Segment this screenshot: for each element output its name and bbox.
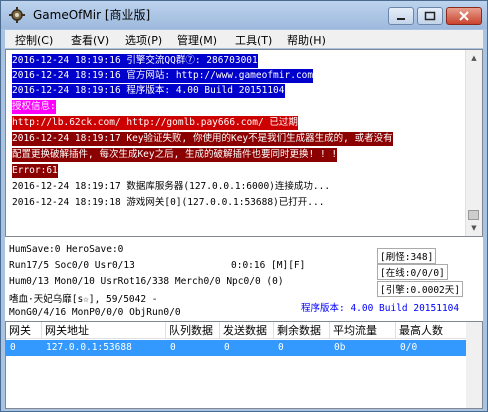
table-scrollbar[interactable] bbox=[466, 322, 482, 408]
status-mon: MonG0/4/16 MonP0/0/0 ObjRun0/0 bbox=[9, 307, 181, 318]
menu-options[interactable]: 选项(P) bbox=[125, 32, 162, 48]
log-line: 2016-12-24 18:19:16 程序版本: 4.00 Build 201… bbox=[12, 84, 285, 98]
status-panel: HumSave:0 HeroSave:0 Run17/5 Soc0/0 Usr0… bbox=[5, 237, 483, 321]
close-button[interactable] bbox=[446, 7, 482, 25]
col-max-players[interactable]: 最高人数 bbox=[396, 322, 467, 339]
cell-gateway: 0 bbox=[10, 342, 16, 353]
refresh-count: [刷怪:348] bbox=[377, 248, 437, 264]
col-avg-traffic[interactable]: 平均流量 bbox=[330, 322, 396, 339]
log-line: 配置更换破解插件, 每次生成Key之后, 生成的破解插件也要同时更换! ! ! bbox=[12, 148, 338, 162]
online-count: [在线:0/0/0] bbox=[377, 264, 448, 280]
minimize-button[interactable] bbox=[388, 7, 414, 25]
status-map: 嗜血·天妃乌靡[s☆], 59/5042 - bbox=[9, 294, 158, 305]
menu-bar: 控制(C) 查看(V) 选项(P) 管理(M) 工具(T) 帮助(H) bbox=[5, 30, 483, 48]
log-line: 2016-12-24 18:19:17 数据库服务器(127.0.0.1:600… bbox=[12, 181, 331, 192]
menu-tools[interactable]: 工具(T) bbox=[235, 32, 272, 48]
cell-address: 127.0.0.1:53688 bbox=[46, 342, 132, 353]
scroll-down-arrow-icon[interactable]: ▼ bbox=[466, 220, 482, 236]
scroll-up-arrow-icon[interactable]: ▲ bbox=[466, 50, 482, 66]
log-line: http://lb.62ck.com/ http://gomlb.pay666.… bbox=[12, 116, 298, 130]
status-time: 0:0:16 [M][F] bbox=[231, 260, 306, 271]
col-send-data[interactable]: 发送数据 bbox=[220, 322, 274, 339]
log-line: 2016-12-24 18:19:18 游戏网关[0](127.0.0.1:53… bbox=[12, 197, 325, 208]
gateway-table[interactable]: 网关 网关地址 队列数据 发送数据 剩余数据 平均流量 最高人数 0 127.0… bbox=[5, 321, 483, 409]
status-run: Run17/5 Soc0/0 Usr0/13 bbox=[9, 260, 135, 271]
cell-max: 0/0 bbox=[400, 342, 418, 353]
col-queue-data[interactable]: 队列数据 bbox=[166, 322, 220, 339]
log-panel[interactable]: 2016-12-24 18:19:16 引擎交流QQ群⑦: 286703001 … bbox=[5, 49, 483, 237]
log-line: 2016-12-24 18:19:16 引擎交流QQ群⑦: 286703001 bbox=[12, 54, 258, 68]
col-remaining-data[interactable]: 剩余数据 bbox=[274, 322, 330, 339]
log-line: 授权信息: bbox=[12, 100, 56, 114]
log-scrollbar[interactable]: ▲ ▼ bbox=[465, 50, 482, 236]
log-line: 2016-12-24 18:19:17 Key验证失败, 你使用的Key不是我们… bbox=[12, 132, 393, 146]
program-version: 程序版本: 4.00 Build 20151104 bbox=[301, 303, 460, 314]
scroll-thumb[interactable] bbox=[468, 210, 479, 220]
menu-view[interactable]: 查看(V) bbox=[71, 32, 109, 48]
cell-avg: 0b bbox=[334, 342, 346, 353]
log-line: 2016-12-24 18:19:16 官方网站: http://www.gam… bbox=[12, 69, 314, 83]
engine-lead: [引擎:0.0002天] bbox=[377, 281, 463, 297]
menu-control[interactable]: 控制(C) bbox=[15, 32, 53, 48]
menu-manage[interactable]: 管理(M) bbox=[177, 32, 217, 48]
cell-send: 0 bbox=[224, 342, 230, 353]
status-hum: Hum0/13 Mon0/10 UsrRot16/338 Merch0/0 Np… bbox=[9, 276, 284, 287]
maximize-button[interactable] bbox=[417, 7, 443, 25]
col-gateway[interactable]: 网关 bbox=[6, 322, 42, 339]
cell-remaining: 0 bbox=[278, 342, 284, 353]
menu-help[interactable]: 帮助(H) bbox=[287, 32, 326, 48]
window-title: GameOfMir [商业版] bbox=[33, 8, 151, 22]
main-window: GameOfMir [商业版] 控制(C) 查看(V) 选项(P) 管理(M) … bbox=[0, 0, 488, 412]
close-icon bbox=[459, 11, 469, 21]
title-bar[interactable]: GameOfMir [商业版] bbox=[1, 1, 487, 29]
col-gateway-address[interactable]: 网关地址 bbox=[42, 322, 166, 339]
cell-queue: 0 bbox=[170, 342, 176, 353]
minimize-icon bbox=[397, 18, 405, 20]
maximize-icon bbox=[424, 11, 436, 21]
status-save: HumSave:0 HeroSave:0 bbox=[9, 244, 124, 255]
gear-icon bbox=[9, 7, 25, 23]
log-line: Error:61 bbox=[12, 164, 58, 178]
